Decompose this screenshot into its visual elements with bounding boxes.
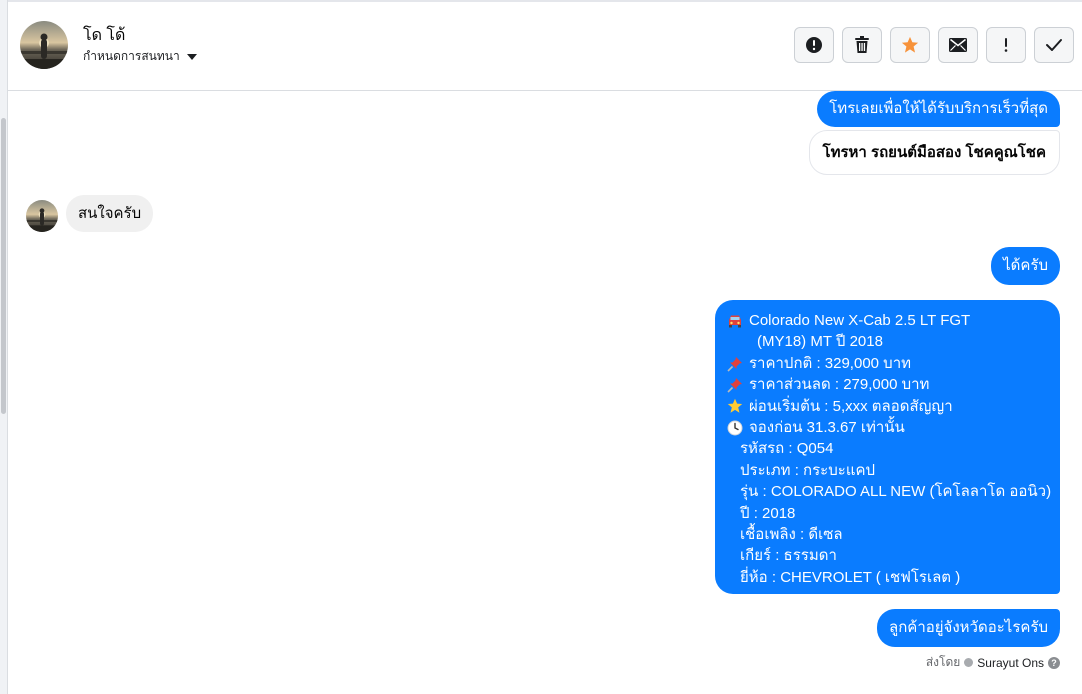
outgoing-message[interactable]: ได้ครับ <box>991 247 1060 285</box>
installment: ผ่อนเริ่มต้น : 5,xxx ตลอดสัญญา <box>749 397 953 415</box>
exclamation-icon <box>1004 38 1008 52</box>
envelope-icon <box>949 38 967 52</box>
sender-avatar[interactable] <box>26 200 58 232</box>
mark-unread-button[interactable] <box>938 27 978 63</box>
star-button[interactable] <box>890 27 930 63</box>
trash-icon <box>855 36 869 53</box>
contact-avatar[interactable] <box>20 21 68 69</box>
reserve-deadline: จองก่อน 31.3.67 เท่านั้น <box>749 419 905 437</box>
delete-button[interactable] <box>842 27 882 63</box>
car-gear: เกียร์ : ธรรมดา <box>740 547 837 565</box>
inbox-conversation-panel: โด โด้ กำหนดการสนทนา โทรเลยเพื่อให้ได้รั… <box>0 0 1082 694</box>
normal-price: ราคาปกติ : 329,000 บาท <box>749 354 912 372</box>
left-scroll-track[interactable] <box>0 0 8 694</box>
discount-price: ราคาส่วนลด : 279,000 บาท <box>749 376 930 394</box>
outgoing-message[interactable]: ลูกค้าอยู่จังหวัดอะไรครับ <box>877 609 1060 647</box>
car-icon <box>727 314 749 328</box>
sender-name[interactable]: Surayut Ons <box>977 656 1044 670</box>
car-listing-message[interactable]: Colorado New X-Cab 2.5 LT FGT (MY18) MT … <box>715 300 1060 594</box>
car-fuel: เชื้อเพลิง : ดีเซล <box>740 526 843 544</box>
car-model: รุ่น : COLORADO ALL NEW (โคโลลาโด ออนิว) <box>740 483 1052 501</box>
star-emoji-icon <box>727 398 749 414</box>
conversation-header: โด โด้ กำหนดการสนทนา <box>8 2 1082 91</box>
header-action-bar <box>794 27 1074 63</box>
car-title-line2: (MY18) MT ปี 2018 <box>757 333 883 351</box>
clock-icon <box>727 420 749 436</box>
assign-conversation-dropdown[interactable]: กำหนดการสนทนา <box>83 47 197 66</box>
incoming-message[interactable]: สนใจครับ <box>66 195 154 232</box>
alert-circle-icon <box>806 37 822 53</box>
help-icon[interactable]: ? <box>1048 656 1060 669</box>
follow-up-button[interactable] <box>986 27 1026 63</box>
assign-label: กำหนดการสนทนา <box>83 49 180 63</box>
outgoing-message[interactable]: โทรเลยเพื่อให้ได้รับบริการเร็วที่สุด <box>817 91 1060 127</box>
scrollbar-thumb[interactable] <box>1 118 6 414</box>
pushpin-icon <box>727 377 749 393</box>
car-year: ปี : 2018 <box>740 504 796 522</box>
car-title-line1: Colorado New X-Cab 2.5 LT FGT <box>749 312 971 329</box>
star-icon <box>901 36 919 53</box>
caret-down-icon <box>186 54 197 60</box>
message-thread[interactable]: โทรเลยเพื่อให้ได้รับบริการเร็วที่สุด โทร… <box>8 91 1082 694</box>
pushpin-icon <box>727 356 749 372</box>
checkmark-icon <box>1046 39 1062 51</box>
contact-name[interactable]: โด โด้ <box>83 23 125 48</box>
call-button-card[interactable]: โทรหา รถยนต์มือสอง โชคคูณโชค <box>808 130 1060 175</box>
sent-by-info: ส่งโดย Surayut Ons ? <box>926 653 1060 672</box>
report-spam-button[interactable] <box>794 27 834 63</box>
mark-done-button[interactable] <box>1034 27 1074 63</box>
verified-icon <box>964 658 974 667</box>
car-type: ประเภท : กระบะแคป <box>740 461 876 479</box>
sent-by-label: ส่งโดย <box>925 655 961 669</box>
car-code: รหัสรถ : Q054 <box>740 440 834 458</box>
car-brand: ยี่ห้อ : CHEVROLET ( เชฟโรเลต ) <box>740 568 961 586</box>
